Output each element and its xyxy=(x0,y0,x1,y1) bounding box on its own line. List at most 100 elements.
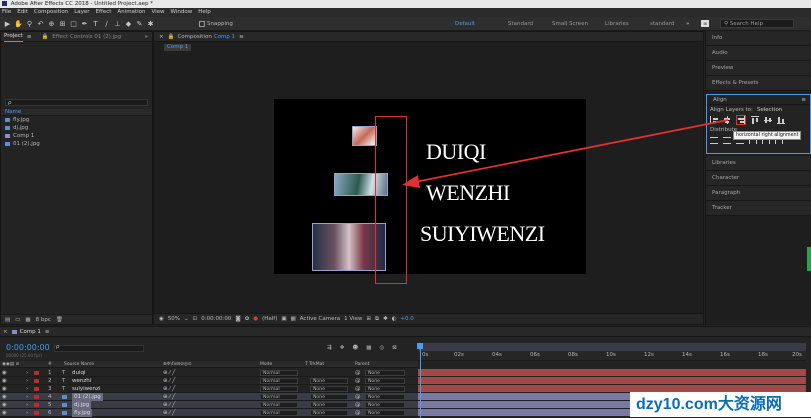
tab-project[interactable]: Project xyxy=(4,31,23,42)
mode-dropdown[interactable]: Normal xyxy=(260,394,298,400)
trash-icon[interactable]: 🗑 xyxy=(56,317,63,323)
current-time[interactable]: 0:00:00:00 xyxy=(201,316,231,322)
column-source-name[interactable]: Source Name xyxy=(64,362,94,367)
column-mode[interactable]: Mode xyxy=(260,362,272,367)
zoom-dropdown[interactable]: 50% xyxy=(168,316,180,322)
magnify-icon[interactable]: ◉ xyxy=(159,316,164,322)
flowchart-icon[interactable]: ⧉ xyxy=(375,316,379,323)
breadcrumb-comp[interactable]: Comp 1 xyxy=(164,43,192,51)
show-snapshot-icon[interactable]: ✿ xyxy=(245,316,250,322)
layer-bar[interactable] xyxy=(418,369,806,377)
puppet-tool-icon[interactable]: ✱ xyxy=(146,19,155,28)
fast-preview-icon[interactable]: ✱ xyxy=(383,316,388,322)
expand-icon[interactable]: › xyxy=(26,385,28,393)
trkmat-dropdown[interactable]: None xyxy=(310,410,348,416)
table-row[interactable]: ◉ › 3 T suiyiwenzi ⊕ ⁄ ╱ Normal None @ N… xyxy=(0,385,418,393)
workspace-libraries[interactable]: Libraries xyxy=(605,21,629,27)
parent-pickwhip-icon[interactable]: @ xyxy=(355,393,361,401)
resolution-dropdown[interactable]: (Half) xyxy=(262,316,277,322)
pen-tool-icon[interactable]: ✒ xyxy=(80,19,89,28)
label-color-icon[interactable] xyxy=(34,411,39,415)
menu-file[interactable]: File xyxy=(2,8,11,17)
exposure-icon[interactable]: ◐ xyxy=(392,316,397,322)
search-help-input[interactable]: ⚲ Search Help xyxy=(720,19,794,28)
project-item[interactable]: dj.jpg xyxy=(5,124,152,132)
graph-editor-icon[interactable]: ⊠ xyxy=(392,345,397,351)
visibility-icon[interactable]: ◉ xyxy=(2,393,7,401)
comp-lock-icon[interactable]: 🔒 xyxy=(168,32,175,42)
menu-composition[interactable]: Composition xyxy=(34,8,68,17)
playhead[interactable] xyxy=(420,345,421,418)
mode-dropdown[interactable]: Normal xyxy=(260,378,298,384)
layer-switches-icons[interactable]: ⊕ ⁄ ╱ xyxy=(163,401,175,409)
tab-lock-icon[interactable]: 🔒 xyxy=(41,32,48,42)
new-folder-icon[interactable]: ▭ xyxy=(15,317,20,323)
roi-icon[interactable]: ▣ xyxy=(281,316,286,322)
layer-switches-icons[interactable]: ⊕ ⁄ ╱ xyxy=(163,369,175,377)
layer-name[interactable]: 01 (2).jpg xyxy=(72,393,103,401)
time-ruler[interactable]: 0s 02s 04s 06s 08s 10s 12s 14s 16s 18s 2… xyxy=(418,351,806,361)
camera-tool-icon[interactable]: ⊕ xyxy=(47,19,56,28)
parent-dropdown[interactable]: None xyxy=(365,386,405,392)
selection-tool-icon[interactable]: ▶ xyxy=(3,19,12,28)
workspace-standard-2[interactable]: standard xyxy=(650,21,674,27)
new-comp-icon[interactable]: ▦ xyxy=(25,317,30,323)
expand-icon[interactable]: › xyxy=(26,409,28,417)
panel-info[interactable]: Info xyxy=(706,31,811,46)
trkmat-dropdown[interactable]: None xyxy=(310,394,348,400)
playhead-handle[interactable] xyxy=(417,343,423,349)
panel-preview[interactable]: Preview xyxy=(706,61,811,76)
snapping-checkbox[interactable] xyxy=(199,20,205,27)
tab-menu-icon[interactable]: ≡ xyxy=(239,32,244,42)
channel-icon[interactable]: ● xyxy=(253,316,258,322)
layer-fly-thumbnail[interactable] xyxy=(352,126,377,146)
parent-dropdown[interactable]: None xyxy=(365,402,405,408)
visibility-icon[interactable]: ◉ xyxy=(2,385,7,393)
hand-tool-icon[interactable]: ✋ xyxy=(14,19,23,28)
project-item[interactable]: Comp 1 xyxy=(5,132,152,140)
trkmat-dropdown[interactable]: None xyxy=(310,402,348,408)
align-bottom-icon[interactable] xyxy=(777,116,785,124)
column-trkmat[interactable]: T TrkMat xyxy=(305,362,324,367)
table-row[interactable]: ◉ › 5 dj.jpg ⊕ ⁄ ╱ Normal None @ None xyxy=(0,401,418,409)
menu-help[interactable]: Help xyxy=(198,8,211,17)
label-color-icon[interactable] xyxy=(34,403,39,407)
menu-window[interactable]: Window xyxy=(171,8,193,17)
parent-dropdown[interactable]: None xyxy=(365,370,405,376)
layer-switches-icons[interactable]: ⊕ ⁄ ╱ xyxy=(163,393,175,401)
text-layer-suiyiwenzi[interactable]: SUIYIWENZI xyxy=(420,221,545,247)
mode-dropdown[interactable]: Normal xyxy=(260,410,298,416)
menu-edit[interactable]: Edit xyxy=(17,8,28,17)
menu-effect[interactable]: Effect xyxy=(96,8,112,17)
menu-view[interactable]: View xyxy=(151,8,164,17)
layer-name[interactable]: duiqi xyxy=(72,369,86,377)
project-search-input[interactable]: ρ xyxy=(5,99,148,106)
eraser-tool-icon[interactable]: ◆ xyxy=(124,19,133,28)
column-parent[interactable]: Parent xyxy=(355,362,369,367)
brush-tool-icon[interactable]: / xyxy=(102,19,111,28)
composition-tab-name[interactable]: Comp 1 xyxy=(214,32,235,42)
parent-pickwhip-icon[interactable]: @ xyxy=(355,369,361,377)
comp-mini-flowchart-icon[interactable]: ⇶ xyxy=(327,345,332,351)
menu-layer[interactable]: Layer xyxy=(74,8,89,17)
layer-name[interactable]: fly.jpg xyxy=(72,409,93,417)
visibility-icon[interactable]: ◉ xyxy=(2,377,7,385)
timeline-search-input[interactable] xyxy=(54,345,144,352)
exposure-value[interactable]: +0.0 xyxy=(400,316,413,322)
close-tab-icon[interactable]: × xyxy=(159,32,164,42)
expand-icon[interactable]: › xyxy=(26,393,28,401)
timeline-timecode[interactable]: 0:00:00:00 xyxy=(6,343,50,352)
column-number[interactable]: # xyxy=(48,362,52,367)
label-color-icon[interactable] xyxy=(34,387,39,391)
project-item[interactable]: 01 (2).jpg xyxy=(5,140,152,148)
parent-pickwhip-icon[interactable]: @ xyxy=(355,401,361,409)
draft-3d-icon[interactable]: ❖ xyxy=(340,345,345,351)
parent-dropdown[interactable]: None xyxy=(365,394,405,400)
parent-pickwhip-icon[interactable]: @ xyxy=(355,385,361,393)
type-tool-icon[interactable]: T xyxy=(91,19,100,28)
project-item[interactable]: fly.jpg xyxy=(5,116,152,124)
tab-effect-controls[interactable]: Effect Controls 01 (2).jpg xyxy=(52,32,121,42)
pan-behind-tool-icon[interactable]: ⊞ xyxy=(58,19,67,28)
parent-pickwhip-icon[interactable]: @ xyxy=(355,377,361,385)
workspace-overflow-icon[interactable]: » xyxy=(686,21,689,27)
